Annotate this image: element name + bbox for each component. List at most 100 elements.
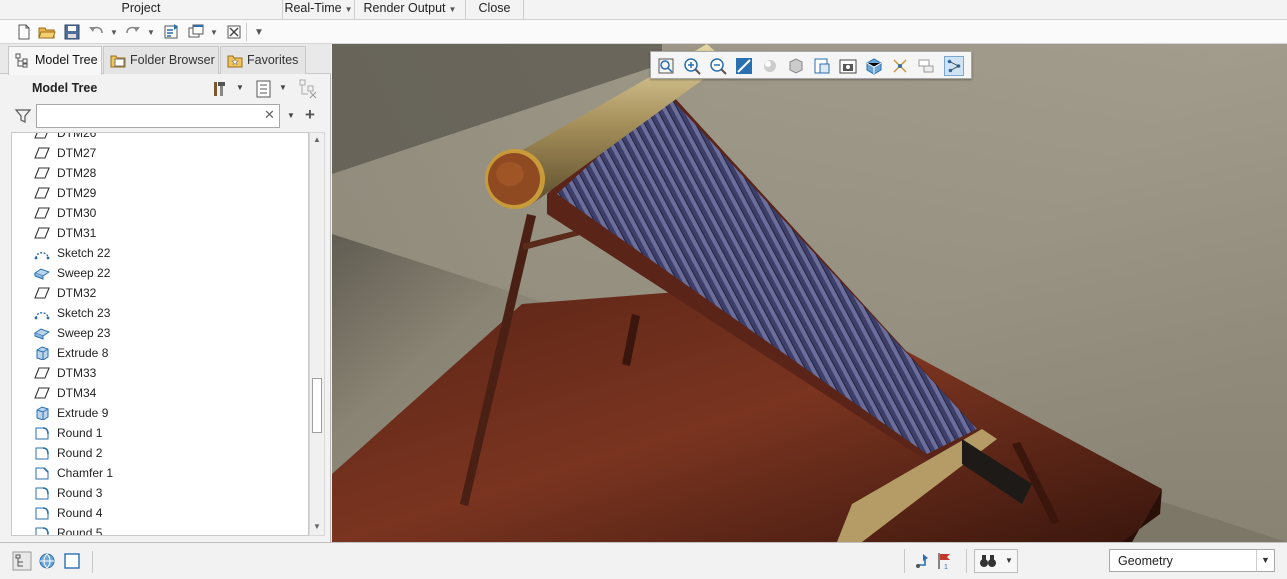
ribbon-group-label: Close (478, 1, 511, 15)
ribbon-group-label: Project (121, 1, 161, 15)
tree-search-input[interactable] (36, 104, 280, 128)
ribbon-group-render-output[interactable]: Render Output ▼ (355, 0, 466, 19)
toolbar-divider (246, 23, 247, 41)
tree-item[interactable]: Sweep 23 (12, 323, 308, 343)
spin-center-icon[interactable] (890, 56, 910, 76)
model-tree-title: Model Tree (32, 81, 98, 95)
message-flag-icon[interactable]: 1 (935, 551, 955, 571)
show-columns-icon[interactable] (255, 79, 273, 99)
tree-item[interactable]: Round 1 (12, 423, 308, 443)
tree-item[interactable]: DTM30 (12, 203, 308, 223)
tree-item[interactable]: Round 5 (12, 523, 308, 536)
filter-funnel-icon[interactable] (14, 107, 32, 125)
add-filter-icon[interactable]: + (305, 105, 315, 125)
tree-item-label: Round 3 (57, 486, 103, 500)
tree-item[interactable]: Round 3 (12, 483, 308, 503)
tree-item[interactable]: DTM32 (12, 283, 308, 303)
settings-tools-icon[interactable] (211, 79, 231, 99)
zoom-out-icon[interactable] (708, 56, 728, 76)
extrude-icon (34, 346, 50, 361)
sketch-icon (34, 306, 50, 320)
scrollbar-thumb[interactable] (312, 378, 322, 433)
model-display-icon[interactable] (944, 56, 964, 76)
redo-menu-caret-icon[interactable]: ▼ (147, 28, 155, 37)
tree-item[interactable]: DTM26 (12, 133, 308, 143)
tree-item[interactable]: Sketch 23 (12, 303, 308, 323)
tab-label: Model Tree (35, 53, 98, 67)
tree-item-label: Extrude 8 (57, 346, 109, 360)
ribbon-group-real-time[interactable]: Real-Time ▼ (283, 0, 355, 19)
tree-item[interactable]: DTM27 (12, 143, 308, 163)
tree-item-label: Round 4 (57, 506, 103, 520)
saved-orientations-icon[interactable] (812, 56, 832, 76)
clear-search-icon[interactable]: ✕ (264, 108, 275, 122)
settings-menu-caret-icon[interactable]: ▼ (236, 83, 244, 92)
chevron-down-icon[interactable]: ▼ (1256, 550, 1274, 571)
tree-item-label: Round 5 (57, 526, 103, 536)
save-icon[interactable] (63, 23, 81, 41)
tree-item[interactable]: Chamfer 1 (12, 463, 308, 483)
tab-model-tree[interactable]: Model Tree (8, 46, 102, 75)
dropdown-caret-icon: ▼ (448, 5, 457, 14)
zoom-in-icon[interactable] (682, 56, 702, 76)
graphics-viewport[interactable] (332, 44, 1287, 542)
annotation-display-icon[interactable] (916, 56, 936, 76)
regeneration-status-icon[interactable] (913, 551, 933, 571)
model-tree-icon (15, 53, 28, 68)
tab-favorites[interactable]: Favorites (220, 46, 306, 74)
tree-item[interactable]: Round 4 (12, 503, 308, 523)
tree-item-label: DTM34 (57, 386, 97, 400)
display-style-icon[interactable] (786, 56, 806, 76)
navigator-tabs: Model Tree Folder Browser Favorites (0, 44, 331, 75)
tree-item[interactable]: DTM28 (12, 163, 308, 183)
navigator-panel: Model Tree Folder Browser Favorites Mode… (0, 44, 331, 542)
close-window-icon[interactable] (225, 23, 243, 41)
tree-item[interactable]: Extrude 9 (12, 403, 308, 423)
selection-filter-select[interactable]: Geometry ▼ (1109, 549, 1275, 572)
new-icon[interactable] (15, 23, 33, 41)
tree-item[interactable]: Round 2 (12, 443, 308, 463)
ribbon-group-close[interactable]: Close (466, 0, 524, 19)
open-icon[interactable] (38, 23, 56, 41)
datum-plane-icon (34, 166, 50, 180)
full-screen-icon[interactable] (62, 551, 82, 571)
undo-icon[interactable] (87, 23, 105, 41)
tree-scrollbar[interactable]: ▲ ▼ (309, 132, 325, 536)
tree-item[interactable]: DTM34 (12, 383, 308, 403)
redo-icon[interactable] (124, 23, 142, 41)
tree-item[interactable]: DTM31 (12, 223, 308, 243)
tree-item[interactable]: DTM29 (12, 183, 308, 203)
tree-item[interactable]: Sweep 22 (12, 263, 308, 283)
tree-item[interactable]: Sketch 22 (12, 243, 308, 263)
windows-icon[interactable] (187, 23, 205, 41)
undo-menu-caret-icon[interactable]: ▼ (110, 28, 118, 37)
tree-filter-toggle-icon[interactable] (298, 78, 320, 100)
view-manager-icon[interactable] (838, 56, 858, 76)
sweep-icon (33, 326, 51, 340)
datum-plane-icon (34, 226, 50, 240)
perspective-view-icon[interactable] (760, 56, 780, 76)
refit-icon[interactable] (656, 56, 676, 76)
datum-plane-icon (34, 366, 50, 380)
tree-item[interactable]: Extrude 8 (12, 343, 308, 363)
show-menu-caret-icon[interactable]: ▼ (279, 83, 287, 92)
sweep-icon (33, 266, 51, 280)
tree-item-label: Round 1 (57, 426, 103, 440)
browser-icon[interactable] (37, 551, 57, 571)
search-options-caret-icon[interactable]: ▼ (287, 111, 295, 120)
find-menu-caret-icon[interactable]: ▼ (1005, 556, 1013, 565)
scroll-down-icon[interactable]: ▼ (313, 522, 321, 531)
repaint-icon[interactable] (734, 56, 754, 76)
tree-item[interactable]: DTM33 (12, 363, 308, 383)
windows-menu-caret-icon[interactable]: ▼ (210, 28, 218, 37)
customize-toolbar-icon[interactable]: ▼ (254, 27, 264, 38)
regenerate-icon[interactable] (162, 23, 180, 41)
ribbon-group-project[interactable]: Project (0, 0, 283, 19)
show-navigator-icon[interactable] (12, 551, 32, 571)
tab-folder-browser[interactable]: Folder Browser (103, 46, 219, 74)
tree-item-label: DTM29 (57, 186, 97, 200)
find-button[interactable]: ▼ (974, 549, 1018, 573)
datum-display-icon[interactable] (864, 56, 884, 76)
scroll-up-icon[interactable]: ▲ (313, 135, 321, 144)
tree-item-label: DTM30 (57, 206, 97, 220)
